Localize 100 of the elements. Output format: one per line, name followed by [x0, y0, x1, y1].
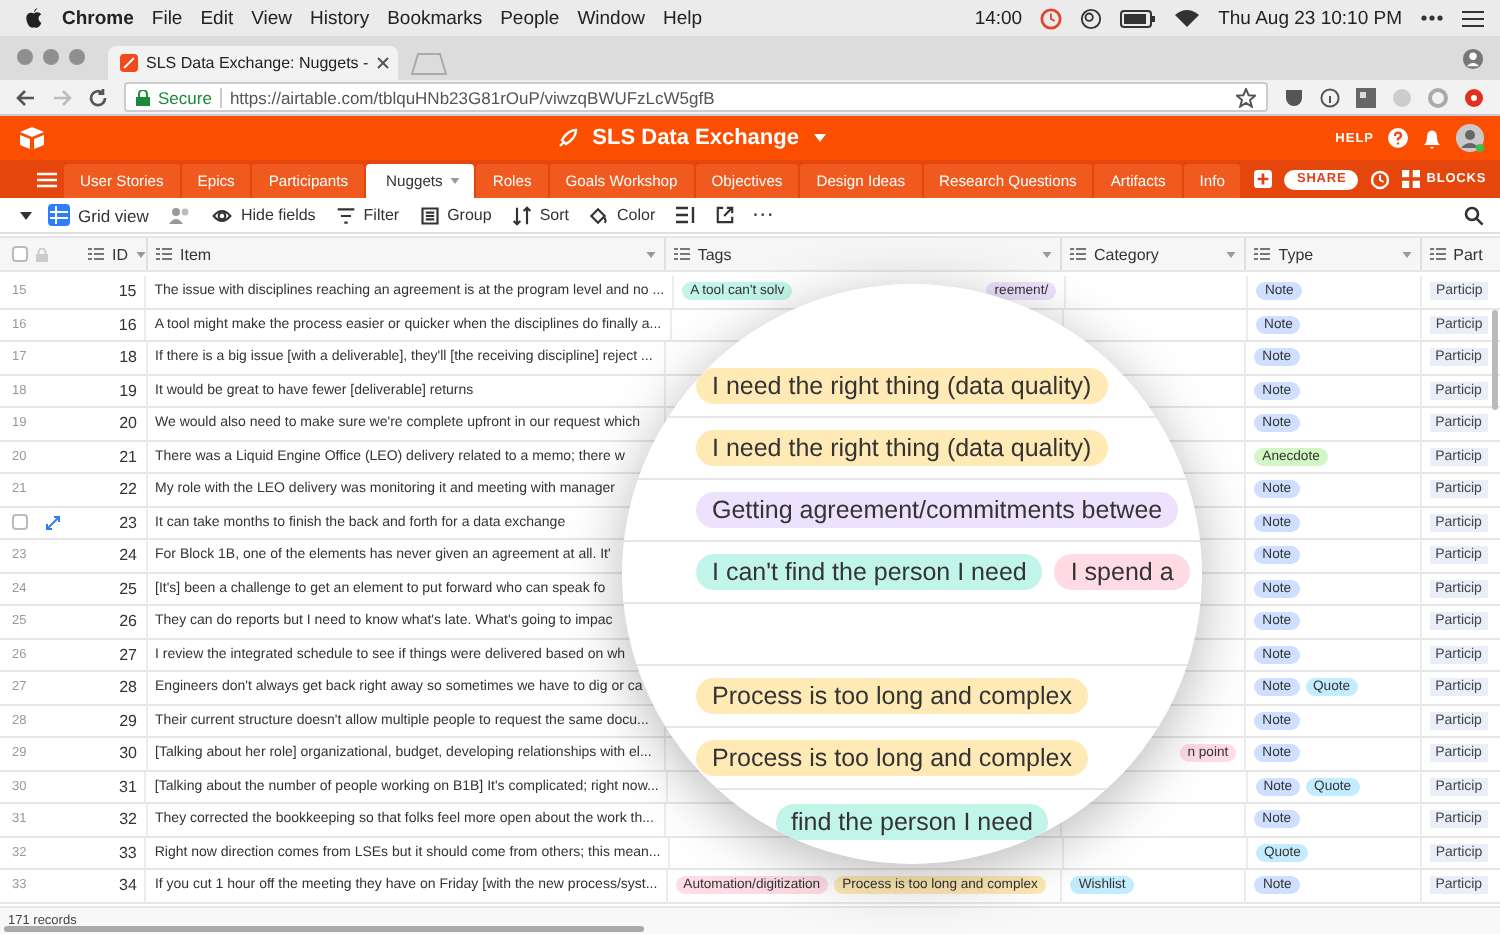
more-button[interactable]: ··· [753, 206, 776, 224]
table-cell: 19 [80, 375, 148, 406]
tab-title: SLS Data Exchange: Nuggets - [146, 54, 369, 72]
column-header[interactable]: Item [148, 238, 666, 270]
scrollbar[interactable] [1492, 310, 1498, 410]
row-height-icon[interactable] [675, 206, 696, 224]
share-view-icon[interactable] [715, 206, 734, 224]
pocket-icon[interactable] [1284, 87, 1304, 107]
menu-item[interactable]: Edit [200, 7, 234, 29]
view-switcher[interactable]: Grid view [48, 204, 149, 226]
table-cell: 20 [80, 408, 148, 439]
table-cell: 30 [80, 738, 148, 769]
table-cell: 16 [80, 309, 147, 340]
column-header[interactable]: Part [1421, 238, 1500, 270]
menu-item[interactable]: Window [577, 7, 645, 29]
table-cell: 15 [80, 276, 147, 307]
table-cell: 22 [80, 474, 148, 505]
secure-label: Secure [158, 87, 222, 107]
filter-icon [335, 205, 356, 225]
toolbar-button[interactable]: Hide fields [212, 205, 316, 225]
table-cell: 34 [80, 870, 147, 901]
history-icon[interactable] [1370, 169, 1391, 189]
table-cell: 33 [80, 837, 147, 868]
battery-icon[interactable] [1120, 9, 1157, 27]
timer-icon[interactable] [1040, 7, 1063, 29]
tag: Process is too long and complex [696, 740, 1088, 776]
menu-item[interactable]: People [500, 7, 560, 29]
column-header[interactable]: ID [80, 238, 148, 270]
close-icon[interactable] [376, 56, 391, 70]
tag: find the person I need [775, 803, 1049, 839]
menu-item[interactable]: File [151, 7, 183, 29]
window-controls-icon[interactable] [16, 48, 88, 66]
avatar-icon[interactable] [1456, 124, 1485, 152]
menu-item[interactable]: View [251, 7, 293, 29]
tag: I need the right thing (data quality) [696, 368, 1108, 404]
info-icon[interactable] [1320, 87, 1340, 107]
caret-icon[interactable] [20, 211, 32, 219]
field-type-icon [1069, 246, 1086, 262]
color-icon [588, 205, 609, 225]
group-icon [419, 205, 440, 225]
table-cell: 29 [80, 705, 148, 736]
clock-text[interactable]: Thu Aug 23 10:10 PM [1218, 7, 1402, 29]
list-icon[interactable] [1462, 9, 1484, 27]
field-type-icon [1429, 246, 1446, 262]
tag: Getting agreement/commitments betwee [696, 492, 1179, 528]
scrollbar[interactable] [4, 926, 644, 932]
grid-icon [48, 204, 70, 226]
tag: Process is too long and complex [696, 678, 1088, 714]
tag: I need the right thing (data quality) [696, 430, 1108, 466]
table-cell: 21 [80, 441, 148, 472]
rocket-icon [556, 127, 579, 149]
more-icon[interactable] [1420, 14, 1444, 22]
menu-item[interactable]: Bookmarks [387, 7, 483, 29]
add-table-icon[interactable] [1254, 170, 1273, 188]
extension-icon[interactable] [1356, 87, 1376, 107]
help-icon[interactable] [1388, 128, 1409, 148]
field-type-icon [88, 246, 104, 262]
timer-text: 14:00 [974, 7, 1023, 29]
column-header[interactable]: Tags [665, 238, 1062, 270]
table-cell: 26 [80, 606, 148, 637]
column-header[interactable]: Category [1061, 238, 1247, 270]
toolbar-button[interactable]: Sort [511, 205, 569, 225]
people-icon[interactable] [168, 206, 193, 224]
address-bar[interactable]: Secure https://airtable.com/tblquHNb23G81rOuP/viwzqBWUFzLcW5gfB [124, 82, 1268, 112]
eye-icon [212, 205, 233, 225]
table-cell: 25 [80, 573, 148, 604]
toolbar-button[interactable]: Group [419, 205, 492, 225]
apple-icon[interactable] [24, 7, 44, 29]
bell-icon[interactable] [1422, 127, 1443, 149]
menu-item[interactable]: Chrome [62, 7, 134, 29]
table-cell: 32 [80, 804, 148, 835]
table-cell: 24 [80, 540, 148, 571]
field-type-icon [673, 246, 690, 262]
favicon-icon [120, 54, 138, 72]
table-cell: 23 [80, 507, 148, 538]
menu-item[interactable]: Help [662, 7, 703, 29]
toolbar-button[interactable]: Filter [335, 205, 400, 225]
sort-icon [511, 205, 532, 225]
tag: I spend a [1054, 554, 1190, 590]
star-icon[interactable] [1236, 87, 1256, 107]
wifi-icon[interactable] [1174, 8, 1201, 28]
lock-icon [36, 247, 48, 261]
column-header[interactable]: Type [1246, 238, 1422, 270]
checkbox[interactable] [12, 246, 28, 262]
grid-icon [1402, 170, 1421, 188]
menu-item[interactable]: History [310, 7, 370, 29]
table-cell: 31 [80, 771, 147, 802]
expand-icon[interactable] [46, 515, 60, 530]
url-text: https://airtable.com/tblquHNb23G81rOuP/viwzqBWUFzLcW5gfB [229, 87, 715, 107]
profile-icon[interactable] [1462, 47, 1484, 69]
field-type-icon [156, 246, 172, 262]
checkbox[interactable] [12, 514, 28, 531]
toolbar-button[interactable]: Color [588, 205, 656, 225]
browser-tab[interactable]: SLS Data Exchange: Nuggets - [108, 46, 398, 80]
tag: I can't find the person I need [696, 554, 1043, 590]
reload-icon[interactable] [88, 87, 108, 107]
table-cell: 28 [80, 672, 148, 703]
logo-icon[interactable] [18, 126, 46, 150]
lock-icon [136, 89, 150, 105]
back-icon[interactable] [16, 87, 36, 107]
